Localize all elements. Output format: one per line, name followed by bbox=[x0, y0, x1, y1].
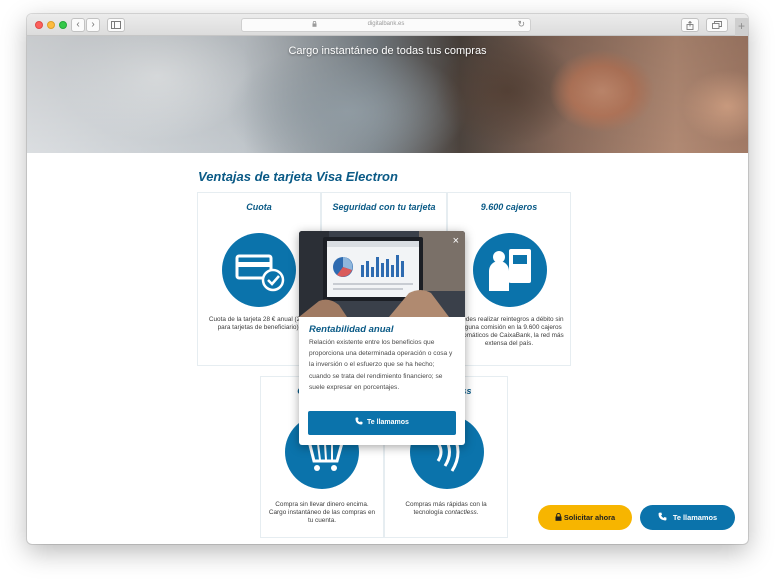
card-text: Cuota de la tarjeta 28 € anual (23 € par… bbox=[208, 316, 310, 331]
tabs-button[interactable] bbox=[706, 18, 728, 32]
card-title: Cuota bbox=[246, 202, 272, 212]
new-tab-button[interactable]: + bbox=[735, 18, 748, 36]
reload-icon[interactable]: ↻ bbox=[517, 19, 525, 30]
browser-window: ‹ › digitalbank.es ↻ + Cargo instantáneo… bbox=[27, 14, 748, 544]
popup-call-label: Te llamamos bbox=[367, 419, 409, 426]
popup-image: × bbox=[299, 231, 465, 317]
forward-button[interactable]: › bbox=[86, 18, 100, 32]
sidebar-toggle-button[interactable] bbox=[107, 18, 125, 32]
feature-card-cajeros: 9.600 cajeros Puedes realizar reintegros… bbox=[447, 192, 571, 366]
definition-popup: × Rentabilidad anual Relación existente … bbox=[299, 231, 465, 445]
card-title: Seguridad con tu tarjeta bbox=[332, 202, 436, 212]
share-icon bbox=[686, 20, 694, 30]
tabs-icon bbox=[712, 21, 722, 29]
card-text: Compra sin llevar dinero encima. Cargo i… bbox=[268, 501, 376, 524]
screen: ‹ › digitalbank.es ↻ + Cargo instantáneo… bbox=[0, 0, 776, 586]
request-now-label: Solicitar ahora bbox=[563, 513, 616, 522]
address-bar[interactable]: digitalbank.es ↻ bbox=[241, 18, 531, 32]
call-me-button[interactable]: Te llamamos bbox=[640, 505, 735, 530]
popup-title: Rentabilidad anual bbox=[309, 324, 394, 335]
share-button[interactable] bbox=[681, 18, 699, 32]
sidebar-icon bbox=[111, 21, 121, 29]
hero-title: Cargo instantáneo de todas tus compras bbox=[288, 45, 487, 57]
close-window-button[interactable] bbox=[35, 21, 43, 29]
card-text: Puedes realizar reintegros a débito sin … bbox=[454, 316, 564, 347]
atm-icon bbox=[473, 233, 547, 307]
lock-icon bbox=[555, 512, 562, 521]
browser-toolbar: ‹ › digitalbank.es ↻ + bbox=[27, 14, 748, 36]
popup-close-button[interactable]: × bbox=[453, 236, 459, 247]
phone-icon bbox=[355, 417, 363, 425]
request-now-button[interactable]: Solicitar ahora bbox=[538, 505, 632, 530]
popup-call-button[interactable]: Te llamamos bbox=[308, 411, 456, 435]
card-title: 9.600 cajeros bbox=[480, 202, 538, 212]
hero-banner: Cargo instantáneo de todas tus compras bbox=[27, 36, 748, 153]
popup-text: Relación existente entre los beneficios … bbox=[309, 339, 453, 391]
card-text: Compras más rápidas con la tecnología co… bbox=[391, 501, 501, 517]
url-text: digitalbank.es bbox=[367, 21, 405, 27]
call-me-label: Te llamamos bbox=[672, 513, 718, 522]
back-button[interactable]: ‹ bbox=[71, 18, 85, 32]
section-title: Ventajas de tarjeta Visa Electron bbox=[198, 169, 398, 184]
card-text-em: contactless. bbox=[444, 509, 479, 516]
card-check-icon bbox=[222, 233, 296, 307]
zoom-window-button[interactable] bbox=[59, 21, 67, 29]
minimize-window-button[interactable] bbox=[47, 21, 55, 29]
phone-icon bbox=[658, 512, 667, 521]
